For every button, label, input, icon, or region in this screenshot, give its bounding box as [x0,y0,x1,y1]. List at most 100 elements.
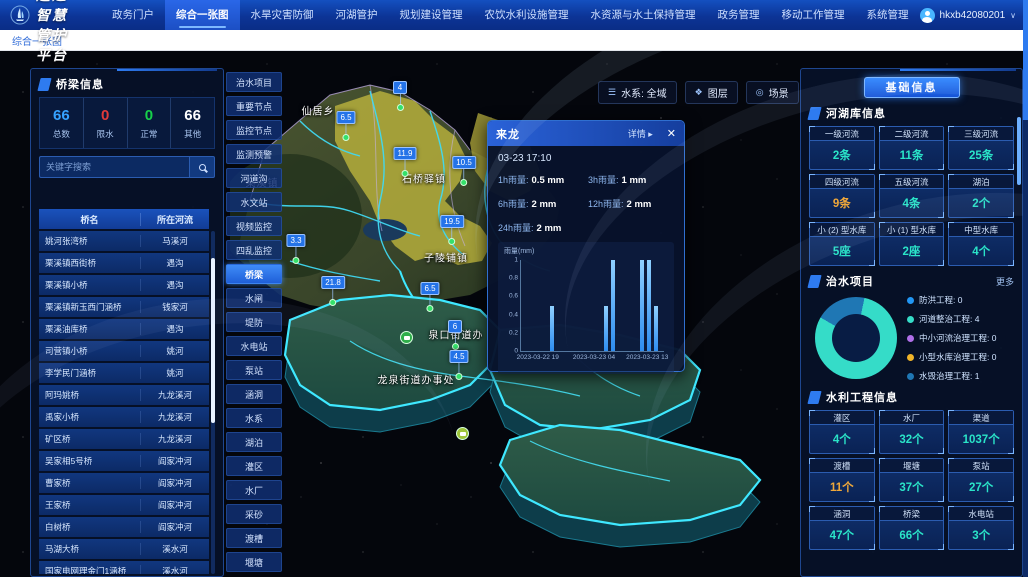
info-card: 涵洞47个 [809,506,875,550]
layer-menu-item-1[interactable]: 重要节点 [226,96,282,116]
info-card: 水厂32个 [879,410,945,454]
page-scrollbar[interactable] [1023,0,1028,577]
layer-menu-item-7[interactable]: 四乱监控 [226,240,282,260]
bridge-info-panel: 桥梁信息 66总数0限水0正常66其他 桥名 所在河流 姚河张湾桥马溪河栗溪镇西… [30,68,224,577]
info-card: 二级河流11条 [879,126,945,170]
nav-tab-1[interactable]: 综合一张图 [165,0,240,30]
info-card: 桥梁66个 [879,506,945,550]
layer-menu-item-3[interactable]: 监测预警 [226,144,282,164]
water-level-marker[interactable]: 6 [448,320,462,350]
rain-stat: 1h雨量:0.5 mm [498,170,584,188]
basic-info-button[interactable]: 基础信息 [864,77,960,98]
rain-bar [550,306,554,352]
chart-y-label: 雨量(mm) [504,246,668,256]
water-level-marker[interactable]: 3.3 [286,234,305,264]
table-row[interactable]: 阿玛姚桥九龙溪河 [39,385,209,405]
bridge-stats: 66总数0限水0正常66其他 [39,97,215,149]
layer-menu-item-15[interactable]: 湖泊 [226,432,282,452]
nav-tab-3[interactable]: 河湖管护 [325,0,389,30]
map-canvas[interactable]: 仙居乡栗溪镇石桥驿镇子陵铺镇泉口街道办龙泉街道办事处 46.511.910.51… [0,51,1028,577]
layer-menu-item-19[interactable]: 渡槽 [226,528,282,548]
table-row[interactable]: 司营镇小桥姚河 [39,341,209,361]
layer-menu-item-6[interactable]: 视频监控 [226,216,282,236]
water-level-marker[interactable]: 6.5 [336,111,355,141]
table-scrollbar[interactable] [211,231,215,574]
table-row[interactable]: 王家桥阎家冲河 [39,495,209,515]
donut-legend: 防洪工程: 0河道整治工程: 4中小河流治理工程: 0小型水库治理工程: 0水毁… [907,294,996,382]
more-link[interactable]: 更多 [996,275,1014,288]
layer-menu-item-4[interactable]: 河道沟 [226,168,282,188]
layer-menu-item-13[interactable]: 涵洞 [226,384,282,404]
camera-icon[interactable] [456,427,469,440]
table-row[interactable]: 栗溪油库桥遇沟 [39,319,209,339]
nav-tab-2[interactable]: 水旱灾害防御 [240,0,325,30]
info-card: 渡槽11个 [809,458,875,502]
table-row[interactable]: 李学民门涵桥姚河 [39,363,209,383]
water-level-marker[interactable]: 10.5 [452,156,476,186]
layer-menu-item-10[interactable]: 堤防 [226,312,282,332]
scrollbar-thumb[interactable] [211,258,215,423]
water-level-marker[interactable]: 4.5 [449,350,468,380]
table-row[interactable]: 吴家相5号桥阎家冲河 [39,451,209,471]
layer-menu-item-16[interactable]: 灌区 [226,456,282,476]
map-control-0[interactable]: ☰水系: 全域 [598,81,677,104]
map-control-2[interactable]: ◎场景 [746,81,799,104]
search-icon [199,164,206,171]
layer-menu-item-2[interactable]: 监控节点 [226,120,282,140]
layer-menu-item-11[interactable]: 水电站 [226,336,282,356]
search-input[interactable] [39,156,189,178]
rain-bar [611,260,615,351]
search-button[interactable] [189,156,215,178]
user-avatar-icon [920,8,935,23]
water-level-marker[interactable]: 4 [393,81,407,111]
layer-menu-item-20[interactable]: 堰塘 [226,552,282,572]
layer-menu-item-17[interactable]: 水厂 [226,480,282,500]
layer-menu-item-18[interactable]: 采砂 [226,504,282,524]
scrollbar-thumb[interactable] [1023,0,1028,120]
nav-tab-5[interactable]: 农饮水利设施管理 [474,0,580,30]
rain-stat: 12h雨量:2 mm [588,194,674,212]
table-row[interactable]: 禹家小桥九龙溪河 [39,407,209,427]
town-label: 仙居乡 [302,103,335,118]
popup-details-link[interactable]: 详情 ▸ [628,127,653,140]
nav-tab-7[interactable]: 政务管理 [707,0,771,30]
nav-tab-0[interactable]: 政务门户 [101,0,165,30]
table-row[interactable]: 白树桥阎家冲河 [39,517,209,537]
layer-menu-item-9[interactable]: 水闸 [226,288,282,308]
table-row[interactable]: 栗溪镇西街桥遇沟 [39,253,209,273]
rain-bar [604,306,608,352]
layer-menu-item-5[interactable]: 水文站 [226,192,282,212]
nav-tab-9[interactable]: 系统管理 [856,0,920,30]
rain-stats: 1h雨量:0.5 mm3h雨量:1 mm6h雨量:2 mm12h雨量:2 mm2… [498,170,674,236]
rivers-lakes-section: 河湖库信息 一级河流2条二级河流11条三级河流25条四级河流9条五级河流4条湖泊… [801,105,1022,266]
close-icon[interactable]: ✕ [667,127,676,140]
water-level-marker[interactable]: 21.8 [321,276,345,306]
nav-tab-4[interactable]: 规划建设管理 [389,0,474,30]
table-row[interactable]: 国家电网理金门1涵桥溪水河 [39,561,209,574]
layer-menu-item-14[interactable]: 水系 [226,408,282,428]
table-row[interactable]: 马湖大桥溪水河 [39,539,209,559]
table-row[interactable]: 栗溪镇新玉西门涵桥钱家河 [39,297,209,317]
water-level-marker[interactable]: 11.9 [394,147,417,177]
layer-menu-item-12[interactable]: 泵站 [226,360,282,380]
water-level-marker[interactable]: 19.5 [440,215,464,245]
nav-tab-8[interactable]: 移动工作管理 [771,0,856,30]
layer-menu-item-8[interactable]: 桥梁 [226,264,282,284]
info-card: 小 (1) 型水库2座 [879,222,945,266]
panel-scrollbar[interactable] [1017,117,1021,185]
user-menu[interactable]: hkxb42080201 ∨ [920,8,1016,23]
layer-menu-item-0[interactable]: 治水项目 [226,72,282,92]
water-level-marker[interactable]: 6.5 [420,282,439,312]
table-row[interactable]: 姚河张湾桥马溪河 [39,231,209,251]
table-row[interactable]: 曹家桥阎家冲河 [39,473,209,493]
nav-tab-6[interactable]: 水资源与水土保持管理 [580,0,707,30]
username: hkxb42080201 [940,10,1006,21]
info-card: 水电站3个 [948,506,1014,550]
table-row[interactable]: 栗溪镇小桥遇沟 [39,275,209,295]
facilities-section: 水利工程信息 灌区4个水厂32个渠道1037个渡槽11个堰塘37个泵站27个涵洞… [801,389,1022,550]
map-control-1[interactable]: ❖图层 [685,81,738,104]
info-card: 湖泊2个 [948,174,1014,218]
camera-icon[interactable] [400,331,413,344]
rain-bar [640,260,644,351]
table-row[interactable]: 矿区桥九龙溪河 [39,429,209,449]
